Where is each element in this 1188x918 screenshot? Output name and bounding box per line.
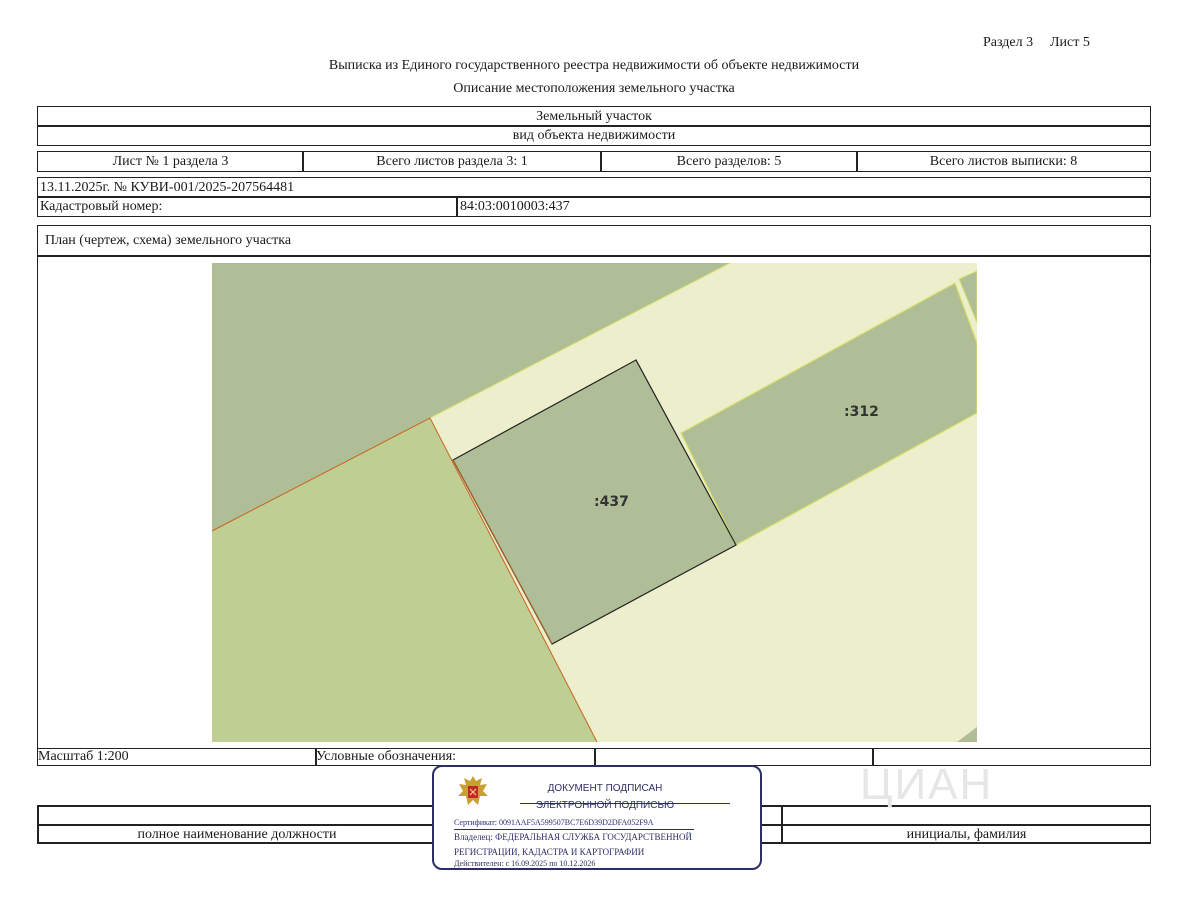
legend-label: Условные обозначения: — [316, 749, 457, 764]
plan-title: План (чертеж, схема) земельного участка — [45, 233, 292, 248]
plan-map: :437 :312 — [212, 263, 977, 742]
parcel-437-label: :437 — [594, 494, 629, 510]
cadastral-value: 84:03:0010003:437 — [456, 196, 1151, 217]
stamp-line-1: ДОКУМЕНТ ПОДПИСАН — [547, 783, 663, 794]
scale-label: Масштаб 1:200 — [38, 749, 129, 764]
sheet-label: Лист 5 — [1050, 35, 1090, 50]
document-title: Выписка из Единого государственного реес… — [328, 58, 860, 73]
legend-cell: Условные обозначения: — [315, 748, 596, 766]
stamp-rule-2 — [454, 829, 694, 830]
legend-empty-cell — [594, 748, 874, 766]
cadastral-label: Кадастровый номер: — [37, 196, 458, 217]
name-caption: инициалы, фамилия — [906, 827, 1027, 842]
object-type-value: Земельный участок — [37, 106, 1151, 127]
object-type-caption: вид объекта недвижимости — [37, 125, 1151, 146]
stamp-owner-1: Владелец: ФЕДЕРАЛЬНАЯ СЛУЖБА ГОСУДАРСТВЕ… — [454, 832, 693, 842]
total-sections: Всего разделов: 5 — [600, 151, 858, 172]
stamp-owner-2: РЕГИСТРАЦИИ, КАДАСТРА И КАРТОГРАФИИ — [454, 847, 645, 857]
sheet-number: Лист № 1 раздела 3 — [37, 151, 304, 172]
section-label: Раздел 3 — [983, 35, 1034, 50]
electronic-signature-stamp: ДОКУМЕНТ ПОДПИСАН ЭЛЕКТРОННОЙ ПОДПИСЬЮ С… — [432, 765, 762, 870]
total-section-sheets: Всего листов раздела 3: 1 — [302, 151, 602, 172]
stamp-certificate: Сертификат: 0091AAF5A599507BC7E6D39D2DFA… — [454, 818, 654, 827]
eagle-emblem-icon — [454, 772, 492, 810]
scale-cell: Масштаб 1:200 — [37, 748, 317, 766]
parcel-312-label: :312 — [844, 404, 879, 420]
record-date-number: 13.11.2025г. № КУВИ-001/2025-207564481 — [37, 177, 1151, 198]
total-extract-sheets: Всего листов выписки: 8 — [856, 151, 1151, 172]
position-caption: полное наименование должности — [137, 827, 337, 842]
plan-title-divider — [37, 255, 1151, 257]
stamp-line-2: ЭЛЕКТРОННОЙ ПОДПИСЬЮ — [535, 800, 675, 811]
watermark-logo: ЦИАН — [860, 760, 994, 809]
stamp-validity: Действителен: с 16.09.2025 по 10.12.2026 — [454, 859, 596, 868]
document-subtitle: Описание местоположения земельного участ… — [453, 81, 735, 96]
